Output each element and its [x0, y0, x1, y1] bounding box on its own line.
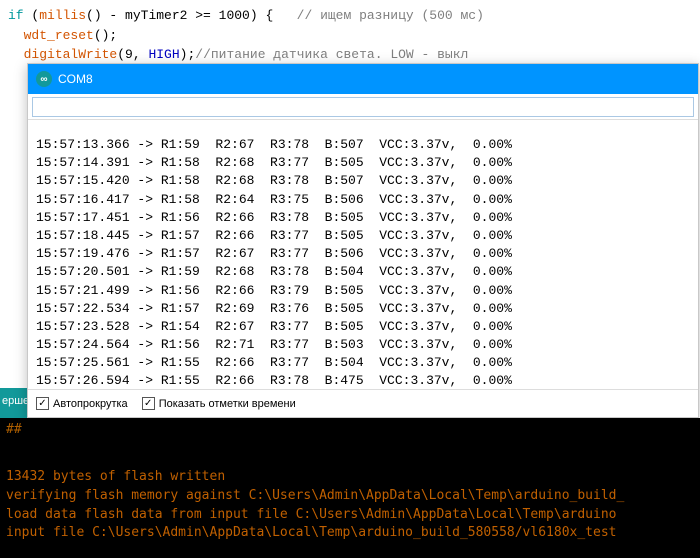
code-text: (); [94, 28, 117, 43]
timestamps-label: Показать отметки времени [159, 398, 296, 410]
serial-title: COM8 [58, 72, 93, 86]
code-const: HIGH [148, 47, 179, 62]
checkbox-icon: ✓ [36, 397, 49, 410]
code-func: wdt_reset [24, 28, 94, 43]
serial-footer: ✓ Автопрокрутка ✓ Показать отметки време… [28, 389, 698, 417]
code-text [8, 28, 24, 43]
serial-input[interactable] [32, 97, 694, 117]
code-text: ); [180, 47, 196, 62]
timestamps-checkbox[interactable]: ✓ Показать отметки времени [142, 397, 296, 410]
code-func: millis [39, 8, 86, 23]
code-func: digitalWrite [24, 47, 118, 62]
autoscroll-checkbox[interactable]: ✓ Автопрокрутка [36, 397, 128, 410]
code-text [8, 47, 24, 62]
status-bar: ерше [0, 388, 27, 418]
code-comment: //питание датчика света. LOW - выкл [195, 47, 468, 62]
autoscroll-label: Автопрокрутка [53, 398, 128, 410]
serial-input-row [28, 94, 698, 120]
console-line: input file C:\Users\Admin\AppData\Local\… [6, 525, 616, 540]
console-line: load data flash data from input file C:\… [6, 507, 616, 522]
code-comment: // ищем разницу (500 мс) [297, 8, 484, 23]
arduino-icon: ∞ [36, 71, 52, 87]
serial-output[interactable]: 15:57:13.366 -> R1:59 R2:67 R3:78 B:507 … [28, 132, 698, 389]
code-kw: if [8, 8, 24, 23]
console-line: verifying flash memory against C:\Users\… [6, 488, 624, 503]
checkbox-icon: ✓ [142, 397, 155, 410]
code-text: ( [24, 8, 40, 23]
console-line: 13432 bytes of flash written [6, 469, 225, 484]
compile-console[interactable]: 13432 bytes of flash written verifying f… [0, 443, 700, 558]
code-text: (9, [117, 47, 148, 62]
serial-titlebar[interactable]: ∞ COM8 [28, 64, 698, 94]
code-text: () - myTimer2 >= 1000) { [86, 8, 297, 23]
serial-monitor-window: ∞ COM8 15:57:13.366 -> R1:59 R2:67 R3:78… [27, 63, 699, 418]
console-divider: ## [0, 418, 700, 443]
code-editor[interactable]: if (millis() - myTimer2 >= 1000) { // ищ… [0, 0, 700, 71]
